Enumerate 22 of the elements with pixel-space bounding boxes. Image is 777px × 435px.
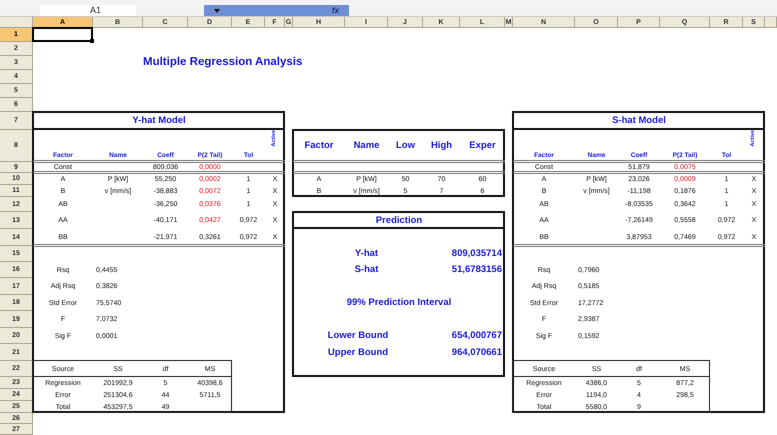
- result-label: Y-hat: [354, 249, 378, 259]
- column-header: Low: [396, 141, 415, 151]
- result-value: 964,070661: [452, 348, 502, 358]
- result-label: Lower Bound: [328, 331, 388, 341]
- result-value: 51,6783156: [452, 265, 502, 275]
- section-title: Y-hat Model: [132, 116, 186, 126]
- result-label: S-hat: [354, 265, 378, 275]
- section-title: 99% Prediction Interval: [346, 298, 452, 308]
- result-label: Upper Bound: [328, 348, 388, 358]
- section-title: S-hat Model: [612, 116, 666, 126]
- column-header: High: [430, 141, 452, 151]
- column-header: Name: [354, 141, 380, 151]
- column-header: Exper: [469, 141, 496, 151]
- result-value: 809,035714: [452, 249, 502, 259]
- sheet-title: Multiple Regression Analysis: [143, 57, 302, 69]
- function-label[interactable]: fx: [332, 6, 339, 16]
- section-title: Prediction: [376, 216, 422, 226]
- name-box[interactable]: A1: [40, 5, 136, 16]
- active-cell[interactable]: [32, 27, 93, 42]
- result-value: 654,000767: [452, 331, 502, 341]
- column-header: Factor: [304, 141, 334, 151]
- caret-icon[interactable]: [214, 8, 220, 12]
